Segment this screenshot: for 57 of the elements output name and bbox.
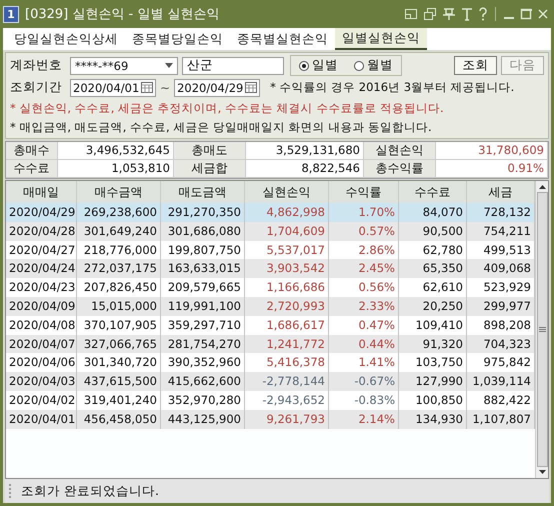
summary-label: 수수료	[6, 160, 58, 177]
font-icon[interactable]	[461, 7, 473, 21]
period-label: 조회기간	[10, 79, 63, 96]
help-icon[interactable]	[478, 7, 488, 21]
radio-option[interactable]: 월별	[354, 57, 393, 74]
search-button[interactable]: 조회	[454, 56, 497, 75]
tab[interactable]: 종목별실현손익	[230, 28, 335, 50]
table-cell: 9,261,793	[245, 410, 329, 429]
table-row[interactable]: 2020/04/01 456,458,050 443,125,900 9,261,793 2.14% 134,930 1,107,807	[6, 410, 535, 429]
radio-option[interactable]: 일별	[299, 57, 338, 74]
windows-icon[interactable]	[423, 7, 437, 21]
account-name-field[interactable]: 산군	[182, 56, 284, 74]
status-text: 조회가 완료되었습니다.	[21, 482, 159, 500]
maximize-icon[interactable]	[520, 7, 532, 21]
info-text: * 매입금액, 매도금액, 수수료, 세금은 당일매매일지 화면의 내용과 동일합니다.	[10, 119, 433, 136]
note-text: * 수익률의 경우 2016년 3월부터 제공됩니다.	[270, 80, 514, 95]
table-row[interactable]: 2020/04/27 218,776,000 199,807,750 5,537,017 2.86% 62,780 499,513	[6, 240, 535, 260]
warning-text: * 실현손익, 수수료, 세금은 추정치이며, 수수료는 체결시 수수료률로 적용됩니다.	[10, 100, 445, 117]
table-cell: 2020/04/01	[6, 410, 77, 429]
pin-icon[interactable]	[442, 7, 456, 21]
table-cell: 456,458,050	[77, 410, 161, 429]
summary-label: 실현손익	[364, 142, 436, 159]
window-title: [0329] 실현손익 - 일별 실현손익	[25, 6, 220, 23]
account-dropdown[interactable]: ****-**69	[70, 56, 178, 74]
tab[interactable]: 당일실현손익상세	[7, 28, 125, 50]
summary-label: 총수익률	[364, 160, 436, 177]
scroll-thumb[interactable]	[536, 192, 548, 467]
table-cell: 2.14%	[329, 410, 399, 429]
close-icon[interactable]	[537, 7, 549, 21]
table-cell: 134,930	[399, 410, 467, 429]
tab[interactable]: 종목별당일손익	[125, 28, 230, 50]
summary-label: 총매도	[174, 142, 246, 159]
tilde: ~	[160, 80, 170, 94]
window-icon[interactable]	[404, 7, 418, 21]
window-badge: 1	[3, 6, 19, 22]
tab[interactable]: 일별실현손익	[335, 28, 427, 50]
table-row[interactable]: 2020/04/03 437,615,500 415,662,600 -2,778,144 -0.67% 127,990 1,039,114	[6, 372, 535, 391]
scroll-up-icon[interactable]	[538, 185, 546, 189]
date-field[interactable]: 2020/04/29	[174, 78, 260, 96]
grip-icon	[538, 327, 546, 332]
account-label: 계좌번호	[10, 57, 63, 74]
date-field[interactable]: 2020/04/01	[70, 78, 156, 96]
summary-value: 0.91%	[436, 160, 548, 177]
table-row[interactable]: 2020/04/24 272,037,175 163,633,015 3,903,542 2.45% 65,350 409,068	[6, 259, 535, 278]
calendar-icon[interactable]	[141, 82, 153, 93]
table-row[interactable]: 2020/04/09 15,015,000 119,991,100 2,720,993 2.33% 20,250 299,977	[6, 296, 535, 316]
table-row[interactable]: 2020/04/29 269,238,600 291,270,350 4,862,998 1.70% 84,070 728,132	[6, 203, 535, 222]
scrollbar[interactable]	[535, 181, 548, 478]
summary-label: 세금합	[174, 160, 246, 177]
table-row[interactable]: 2020/04/28 301,649,240 301,686,080 1,704,609 0.57% 90,500 754,211	[6, 222, 535, 241]
table-row[interactable]: 2020/04/07 327,066,765 281,754,270 1,241,772 0.44% 91,320 704,323	[6, 334, 535, 354]
summary-label: 총매수	[6, 142, 58, 159]
scroll-down-icon[interactable]	[538, 470, 546, 474]
dropdown-icon	[165, 63, 173, 68]
table-cell: 443,125,900	[161, 410, 245, 429]
calendar-icon[interactable]	[245, 82, 258, 93]
summary-value: 31,780,609	[436, 142, 548, 159]
